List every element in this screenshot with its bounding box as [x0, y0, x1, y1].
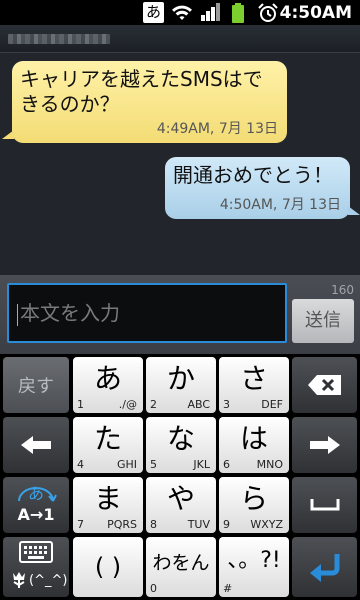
message-text: キャリアを越えたSMSはできるのか？: [20, 67, 263, 116]
key-num-label: 0: [150, 582, 157, 595]
key-main-label: あ: [93, 362, 122, 395]
key-main-label: な: [166, 422, 195, 455]
wifi-icon: [172, 5, 192, 20]
key-main-label: ( ): [94, 553, 122, 581]
key-ra[interactable]: ら 9 WXYZ: [219, 477, 289, 533]
key-num-label: 1: [77, 398, 84, 411]
japanese-keyboard: 戻す あ 1 ./@ か 2 ABC さ 3 DEF た 4 GHI な 5 J…: [0, 354, 360, 600]
backspace-key[interactable]: [292, 357, 357, 413]
key-sub-label: ./@: [118, 398, 137, 411]
send-button[interactable]: 送信: [292, 299, 354, 343]
enter-key[interactable]: [292, 537, 357, 597]
key-sub-label: PQRS: [107, 518, 137, 531]
key-num-label: 7: [77, 518, 84, 531]
signal-icon: [201, 3, 220, 21]
message-timestamp: 4:50AM, 7月 13日: [219, 197, 341, 213]
key-punctuation[interactable]: 、。?! #: [219, 537, 289, 597]
key-sub-label: MNO: [256, 458, 283, 471]
key-num-label: 9: [223, 518, 230, 531]
key-ha[interactable]: は 6 MNO: [219, 417, 289, 473]
message-text: 開通おめでとう！: [173, 163, 333, 187]
key-sub-label: TUV: [187, 518, 210, 531]
key-main-label: 、。?!: [227, 548, 281, 573]
key-num-label: #: [223, 582, 233, 595]
message-placeholder: 本文を入力: [20, 301, 120, 325]
arrow-left-icon: [21, 436, 51, 454]
key-na[interactable]: な 5 JKL: [146, 417, 216, 473]
arrow-right-icon: [309, 436, 340, 454]
message-input[interactable]: 本文を入力: [7, 283, 287, 343]
key-num-label: 5: [150, 458, 157, 471]
character-counter: 160: [331, 283, 354, 297]
space-icon: [310, 499, 339, 511]
key-sub-label: DEF: [261, 398, 283, 411]
keyboard-settings-key[interactable]: (^_^): [3, 537, 69, 597]
message-list[interactable]: キャリアを越えたSMSはできるのか？ 4:49AM, 7月 13日 開通おめでと…: [0, 53, 360, 275]
key-num-label: 8: [150, 518, 157, 531]
input-mode-key[interactable]: あ A→1: [3, 477, 69, 533]
keyboard-icon: [19, 541, 53, 563]
clock: 4:50AM: [279, 3, 352, 23]
key-sa[interactable]: さ 3 DEF: [219, 357, 289, 413]
incoming-message[interactable]: キャリアを越えたSMSはできるのか？ 4:49AM, 7月 13日: [2, 61, 287, 143]
contact-name-blurred: [8, 34, 110, 44]
key-main-label: た: [93, 422, 122, 455]
backspace-icon: [307, 375, 341, 395]
key-main-label: か: [166, 362, 195, 395]
ime-indicator: あ: [143, 2, 164, 23]
status-bar: あ 4:50AM: [0, 0, 360, 25]
key-main-label: や: [166, 482, 195, 515]
key-ta[interactable]: た 4 GHI: [73, 417, 143, 473]
message-timestamp: 4:49AM, 7月 13日: [156, 121, 278, 137]
key-main-label: さ: [239, 362, 268, 395]
key-main-label: は: [239, 422, 268, 455]
mode-label-alnum: A→1: [17, 505, 55, 524]
key-main-label: ま: [93, 482, 122, 515]
cursor-left-key[interactable]: [3, 417, 69, 473]
outgoing-message[interactable]: 開通おめでとう！ 4:50AM, 7月 13日: [165, 157, 360, 219]
battery-icon: [232, 3, 244, 23]
key-ma[interactable]: ま 7 PQRS: [73, 477, 143, 533]
undo-key[interactable]: 戻す: [3, 357, 69, 413]
key-main-label: ら: [239, 482, 268, 515]
key-sub-label: GHI: [116, 458, 137, 471]
undo-key-label: 戻す: [18, 376, 54, 397]
emoticon-label: (^_^): [29, 573, 68, 588]
conversation-header: [0, 25, 360, 53]
key-parentheses[interactable]: ( ): [73, 537, 143, 597]
key-num-label: 3: [223, 398, 230, 411]
key-a[interactable]: あ 1 ./@: [73, 357, 143, 413]
key-num-label: 2: [150, 398, 157, 411]
alarm-icon: [258, 3, 278, 22]
text-cursor: [17, 303, 18, 326]
key-num-label: 4: [77, 458, 84, 471]
enter-icon: [309, 554, 339, 582]
key-ya[interactable]: や 8 TUV: [146, 477, 216, 533]
space-key[interactable]: [292, 477, 357, 533]
compose-bar: 本文を入力 160 送信: [0, 275, 360, 354]
key-main-label: わをん: [152, 552, 210, 574]
key-wa[interactable]: わをん 0: [146, 537, 216, 597]
cursor-right-key[interactable]: [292, 417, 357, 473]
tulip-icon: [13, 572, 25, 588]
key-sub-label: JKL: [193, 458, 210, 471]
key-sub-label: WXYZ: [250, 518, 283, 531]
key-sub-label: ABC: [187, 398, 210, 411]
key-ka[interactable]: か 2 ABC: [146, 357, 216, 413]
key-num-label: 6: [223, 458, 230, 471]
mode-label-hiragana: あ: [27, 484, 44, 503]
